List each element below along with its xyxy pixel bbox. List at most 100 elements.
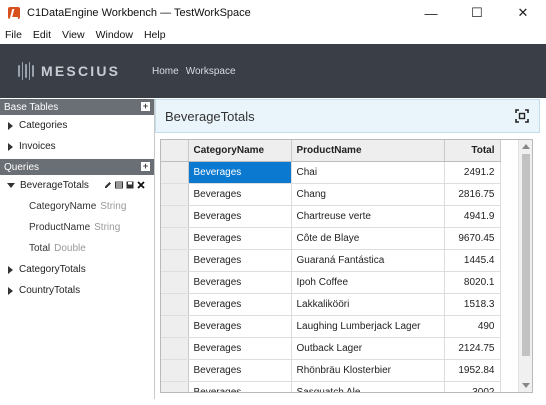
row-header[interactable] <box>161 293 189 316</box>
tree-item-label: CountryTotals <box>19 285 81 296</box>
collapse-arrow-icon[interactable] <box>7 183 15 188</box>
table-row[interactable]: Beverages Laughing Lumberjack Lager 490 <box>161 315 501 338</box>
table-row[interactable]: Beverages Chartreuse verte 4941.9 <box>161 205 501 228</box>
tree-item-beveragetotals[interactable]: BeverageTotals <box>0 175 154 196</box>
cell-productname[interactable]: Côte de Blaye <box>291 227 445 250</box>
row-header-corner[interactable] <box>161 140 189 162</box>
base-tables-header: Base Tables + <box>0 99 154 115</box>
field-name: Total <box>29 243 51 254</box>
tree-item-categorytotals[interactable]: CategoryTotals <box>0 259 154 280</box>
tree-item-categories[interactable]: Categories <box>0 115 154 136</box>
row-header[interactable] <box>161 249 189 272</box>
minimize-button[interactable]: — <box>408 0 454 26</box>
cell-productname[interactable]: Laughing Lumberjack Lager <box>291 315 445 338</box>
cell-productname[interactable]: Sasquatch Ale <box>291 381 445 392</box>
cell-categoryname[interactable]: Beverages <box>188 381 292 392</box>
cell-total[interactable]: 1518.3 <box>444 293 501 316</box>
tree-item-label: CategoryTotals <box>19 264 86 275</box>
expand-icon[interactable] <box>515 109 529 123</box>
row-header[interactable] <box>161 315 189 338</box>
close-button[interactable]: ✕ <box>500 0 546 26</box>
cell-total[interactable]: 2491.2 <box>444 161 501 184</box>
add-base-table-icon[interactable]: + <box>141 102 150 111</box>
expand-arrow-icon[interactable] <box>8 121 13 130</box>
cell-categoryname[interactable]: Beverages <box>188 271 292 294</box>
save-icon[interactable] <box>126 181 134 189</box>
cell-productname[interactable]: Lakkalikööri <box>291 293 445 316</box>
table-row[interactable]: Beverages Ipoh Coffee 8020.1 <box>161 271 501 294</box>
expand-arrow-icon[interactable] <box>8 286 13 295</box>
menu-file[interactable]: File <box>5 29 22 41</box>
document-header: BeverageTotals <box>155 99 540 133</box>
cell-categoryname[interactable]: Beverages <box>188 205 292 228</box>
menu-edit[interactable]: Edit <box>33 29 51 41</box>
cell-total[interactable]: 1952.84 <box>444 359 501 382</box>
cell-productname[interactable]: Ipoh Coffee <box>291 271 445 294</box>
nav-home[interactable]: Home <box>152 66 179 77</box>
column-header-categoryname[interactable]: CategoryName <box>188 140 292 162</box>
cell-total[interactable]: 4941.9 <box>444 205 501 228</box>
logo-text: MESCIUS <box>41 63 121 79</box>
cell-categoryname[interactable]: Beverages <box>188 249 292 272</box>
expand-arrow-icon[interactable] <box>8 142 13 151</box>
row-header[interactable] <box>161 381 189 392</box>
row-header[interactable] <box>161 205 189 228</box>
table-view-icon[interactable] <box>115 181 123 189</box>
table-row[interactable]: Beverages Guaraná Fantástica 1445.4 <box>161 249 501 272</box>
vertical-scrollbar[interactable] <box>518 140 532 392</box>
cell-total[interactable]: 2816.75 <box>444 183 501 206</box>
row-header[interactable] <box>161 183 189 206</box>
cell-productname[interactable]: Guaraná Fantástica <box>291 249 445 272</box>
scroll-up-arrow-icon[interactable] <box>522 144 530 149</box>
cell-productname[interactable]: Chai <box>291 161 445 184</box>
cell-total[interactable]: 2124.75 <box>444 337 501 360</box>
expand-arrow-icon[interactable] <box>8 265 13 274</box>
table-row[interactable]: Beverages Outback Lager 2124.75 <box>161 337 501 360</box>
row-header[interactable] <box>161 161 189 184</box>
tree-item-label: BeverageTotals <box>20 180 89 191</box>
cell-total[interactable]: 9670.45 <box>444 227 501 250</box>
tree-item-countrytotals[interactable]: CountryTotals <box>0 280 154 301</box>
cell-total[interactable]: 3002 <box>444 381 501 392</box>
row-header[interactable] <box>161 359 189 382</box>
cell-categoryname[interactable]: Beverages <box>188 359 292 382</box>
cell-productname[interactable]: Outback Lager <box>291 337 445 360</box>
cell-categoryname[interactable]: Beverages <box>188 161 292 184</box>
cell-categoryname[interactable]: Beverages <box>188 183 292 206</box>
cell-total[interactable]: 8020.1 <box>444 271 501 294</box>
cell-productname[interactable]: Rhönbräu Klosterbier <box>291 359 445 382</box>
edit-icon[interactable] <box>104 181 112 189</box>
cell-categoryname[interactable]: Beverages <box>188 227 292 250</box>
table-row[interactable]: Beverages Côte de Blaye 9670.45 <box>161 227 501 250</box>
menu-view[interactable]: View <box>62 29 85 41</box>
table-row[interactable]: Beverages Lakkalikööri 1518.3 <box>161 293 501 316</box>
cell-categoryname[interactable]: Beverages <box>188 337 292 360</box>
cell-total[interactable]: 490 <box>444 315 501 338</box>
row-header[interactable] <box>161 337 189 360</box>
table-row[interactable]: Beverages Chang 2816.75 <box>161 183 501 206</box>
tree-item-invoices[interactable]: Invoices <box>0 136 154 157</box>
cell-total[interactable]: 1445.4 <box>444 249 501 272</box>
document-title: BeverageTotals <box>165 109 255 124</box>
menu-help[interactable]: Help <box>144 29 166 41</box>
cell-categoryname[interactable]: Beverages <box>188 293 292 316</box>
add-query-icon[interactable]: + <box>141 162 150 171</box>
table-row[interactable]: Beverages Rhönbräu Klosterbier 1952.84 <box>161 359 501 382</box>
cell-productname[interactable]: Chartreuse verte <box>291 205 445 228</box>
menu-window[interactable]: Window <box>96 29 133 41</box>
delete-icon[interactable] <box>137 181 145 189</box>
row-header[interactable] <box>161 227 189 250</box>
nav-workspace[interactable]: Workspace <box>186 66 236 77</box>
grid-table: CategoryName ProductName Total Beverages… <box>161 140 501 392</box>
cell-categoryname[interactable]: Beverages <box>188 315 292 338</box>
cell-productname[interactable]: Chang <box>291 183 445 206</box>
column-header-total[interactable]: Total <box>444 140 501 162</box>
scroll-down-arrow-icon[interactable] <box>522 383 530 388</box>
table-row[interactable]: Beverages Chai 2491.2 <box>161 161 501 184</box>
menu-bar: File Edit View Window Help <box>0 26 546 44</box>
scrollbar-thumb[interactable] <box>522 154 530 356</box>
table-row[interactable]: Beverages Sasquatch Ale 3002 <box>161 381 501 392</box>
maximize-button[interactable]: ☐ <box>454 0 500 26</box>
column-header-productname[interactable]: ProductName <box>291 140 445 162</box>
row-header[interactable] <box>161 271 189 294</box>
